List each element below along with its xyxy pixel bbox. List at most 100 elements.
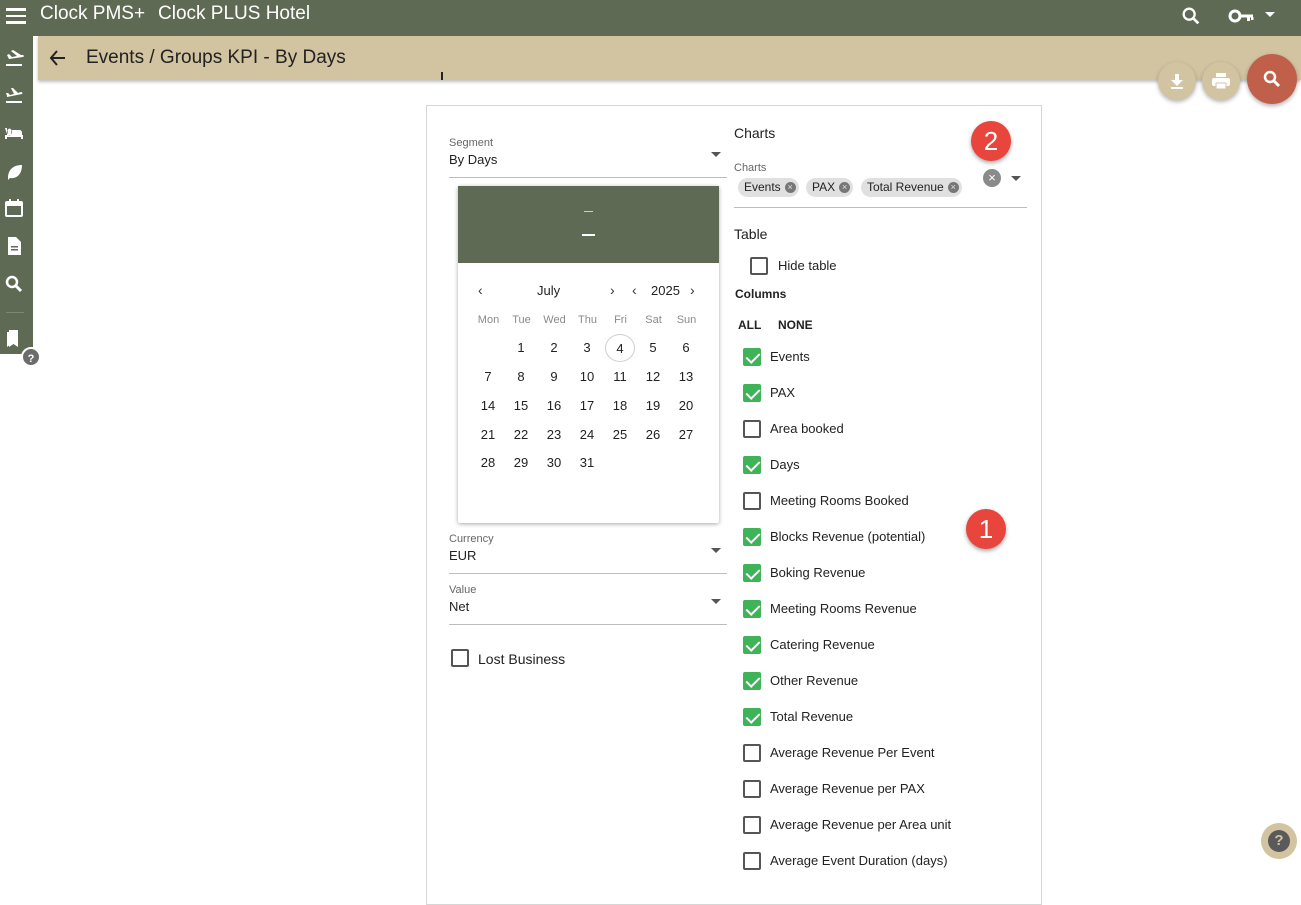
- column-checkbox[interactable]: [743, 672, 761, 690]
- calendar-day[interactable]: 16: [539, 392, 569, 420]
- dropdown-arrow-icon: [711, 152, 721, 157]
- column-checkbox[interactable]: [743, 384, 761, 402]
- search-icon[interactable]: [4, 274, 24, 294]
- calendar-day[interactable]: 26: [638, 421, 668, 449]
- calendar-day[interactable]: 30: [539, 449, 569, 477]
- calendar-day[interactable]: 11: [605, 363, 635, 391]
- select-all-button[interactable]: ALL: [738, 318, 761, 332]
- menu-icon[interactable]: [6, 4, 26, 32]
- calendar-day[interactable]: 10: [572, 363, 602, 391]
- remove-chip-icon[interactable]: ×: [947, 182, 959, 193]
- search-icon[interactable]: [1180, 5, 1202, 27]
- calendar-day[interactable]: 14: [473, 392, 503, 420]
- key-icon[interactable]: [1228, 6, 1254, 26]
- calendar-day[interactable]: 29: [506, 449, 536, 477]
- column-checkbox[interactable]: [743, 744, 761, 762]
- account-dropdown-icon[interactable]: [1265, 12, 1275, 17]
- chart-chip[interactable]: Events ×: [738, 178, 799, 197]
- column-checkbox[interactable]: [743, 456, 761, 474]
- column-label: PAX: [770, 385, 796, 400]
- chart-chip[interactable]: Total Revenue ×: [861, 178, 962, 197]
- arrivals-icon[interactable]: [4, 47, 24, 67]
- column-checkbox[interactable]: [743, 420, 761, 438]
- select-none-button[interactable]: NONE: [778, 318, 813, 332]
- calendar-day[interactable]: 2: [539, 334, 569, 362]
- remove-chip-icon[interactable]: ×: [784, 182, 796, 193]
- calendar-day[interactable]: 22: [506, 421, 536, 449]
- document-icon[interactable]: [4, 236, 24, 256]
- help-button[interactable]: ?: [1261, 823, 1297, 859]
- calendar-day[interactable]: 12: [638, 363, 668, 391]
- calendar-day[interactable]: 13: [671, 363, 701, 391]
- next-month-icon[interactable]: ›: [610, 282, 615, 298]
- value-value: Net: [449, 599, 470, 614]
- calendar-day[interactable]: 19: [638, 392, 668, 420]
- value-select[interactable]: Value Net: [449, 584, 727, 625]
- column-checkbox[interactable]: [743, 564, 761, 582]
- print-button[interactable]: [1202, 62, 1240, 100]
- column-label: Blocks Revenue (potential): [770, 529, 926, 544]
- calendar-icon[interactable]: [4, 198, 24, 218]
- departures-icon[interactable]: [4, 84, 24, 104]
- lost-business-checkbox[interactable]: [451, 649, 469, 667]
- column-checkbox[interactable]: [743, 492, 761, 510]
- remove-chip-icon[interactable]: ×: [839, 182, 851, 193]
- chart-chip[interactable]: PAX ×: [806, 178, 854, 197]
- hide-table-checkbox[interactable]: [750, 257, 768, 275]
- date-picker-header: [458, 186, 719, 263]
- column-checkbox[interactable]: [743, 348, 761, 366]
- sidebar-divider: [6, 312, 24, 313]
- calendar-day[interactable]: 31: [572, 449, 602, 477]
- calendar-day[interactable]: 17: [572, 392, 602, 420]
- calendar-day[interactable]: 6: [671, 334, 701, 362]
- calendar-day[interactable]: 7: [473, 363, 503, 391]
- calendar-day[interactable]: 3: [572, 334, 602, 362]
- column-checkbox[interactable]: [743, 708, 761, 726]
- leaf-icon[interactable]: [4, 161, 24, 181]
- bookmark-icon[interactable]: [4, 328, 24, 348]
- column-label: Other Revenue: [770, 673, 859, 688]
- calendar-day[interactable]: 21: [473, 421, 503, 449]
- download-button[interactable]: [1158, 62, 1196, 100]
- prev-month-icon[interactable]: ‹: [478, 282, 483, 298]
- calendar-day[interactable]: 8: [506, 363, 536, 391]
- column-checkbox[interactable]: [743, 636, 761, 654]
- charts-dropdown-icon[interactable]: [1011, 176, 1021, 181]
- clear-charts-icon[interactable]: ×: [983, 169, 1001, 187]
- sidebar-help-icon[interactable]: ?: [21, 347, 41, 367]
- column-checkbox[interactable]: [743, 852, 761, 870]
- selected-year-placeholder: [584, 211, 593, 212]
- app-name[interactable]: Clock PMS+: [40, 3, 145, 25]
- back-arrow-icon[interactable]: [48, 48, 68, 68]
- calendar-day[interactable]: 28: [473, 449, 503, 477]
- page-header: Events / Groups KPI - By Days: [38, 36, 1301, 80]
- calendar-day[interactable]: 24: [572, 421, 602, 449]
- top-app-bar: Clock PMS+ Clock PLUS Hotel: [0, 0, 1301, 36]
- calendar-day[interactable]: 25: [605, 421, 635, 449]
- sidebar: [0, 36, 33, 354]
- weekday-header: Sun: [676, 314, 697, 326]
- calendar-day-today[interactable]: 4: [605, 334, 635, 362]
- calendar-day[interactable]: 23: [539, 421, 569, 449]
- segment-select[interactable]: Segment By Days: [449, 137, 727, 178]
- year-label[interactable]: 2025: [651, 283, 680, 298]
- currency-select[interactable]: Currency EUR: [449, 533, 727, 574]
- prev-year-icon[interactable]: ‹: [632, 282, 637, 298]
- month-label[interactable]: July: [537, 283, 560, 298]
- calendar-day[interactable]: 18: [605, 392, 635, 420]
- column-checkbox[interactable]: [743, 528, 761, 546]
- calendar-day[interactable]: 1: [506, 334, 536, 362]
- bed-icon[interactable]: [4, 123, 24, 143]
- selected-date-placeholder: [582, 234, 595, 236]
- column-checkbox[interactable]: [743, 816, 761, 834]
- run-search-button[interactable]: [1247, 54, 1297, 104]
- calendar-day[interactable]: 5: [638, 334, 668, 362]
- column-checkbox[interactable]: [743, 600, 761, 618]
- column-checkbox[interactable]: [743, 780, 761, 798]
- calendar-day[interactable]: 9: [539, 363, 569, 391]
- calendar-day[interactable]: 27: [671, 421, 701, 449]
- calendar-day[interactable]: 20: [671, 392, 701, 420]
- calendar-day[interactable]: 15: [506, 392, 536, 420]
- next-year-icon[interactable]: ›: [690, 282, 695, 298]
- hotel-name[interactable]: Clock PLUS Hotel: [158, 3, 310, 25]
